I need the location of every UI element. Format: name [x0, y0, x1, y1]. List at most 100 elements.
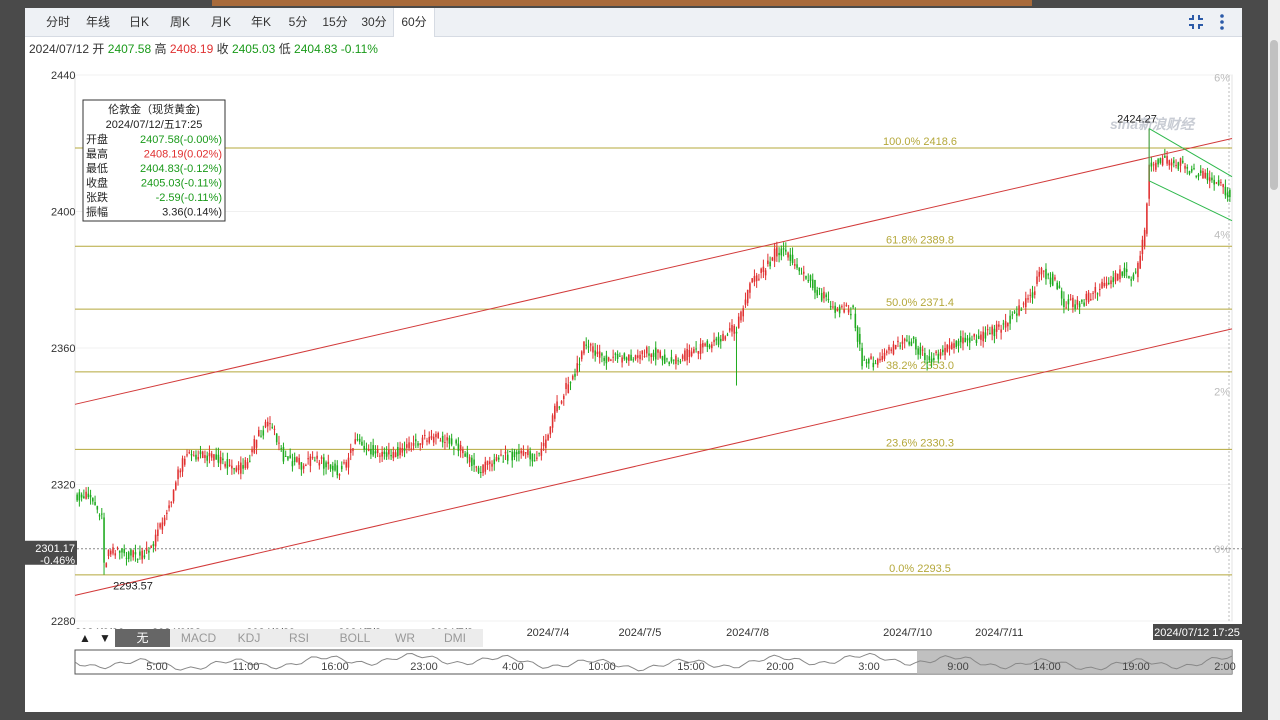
price-chart[interactable]: 228023202360240024406%4%2%0%-1%sina新浪财经0…: [25, 36, 1242, 712]
tooltip-datetime: 2024/07/12/五17:25: [106, 119, 203, 131]
candle-body: [271, 426, 274, 428]
tooltip-row-label: 最低: [86, 162, 108, 175]
candle-body: [309, 456, 312, 466]
candle-body: [787, 252, 789, 258]
candle-body: [648, 353, 650, 356]
candle-body: [672, 359, 675, 361]
indicator-4[interactable]: KDJ: [227, 629, 272, 647]
candle-body: [1116, 273, 1119, 281]
tooltip-row-label: 开盘: [86, 132, 108, 146]
candle-body: [491, 463, 493, 467]
candle-body: [580, 351, 583, 360]
candle-body: [639, 354, 641, 360]
candle-body: [885, 351, 888, 353]
indicator-3[interactable]: MACD: [170, 629, 228, 647]
candle-body: [753, 276, 756, 282]
page-scrollbar[interactable]: [1268, 0, 1280, 720]
candle-body: [814, 280, 816, 293]
candle-body: [928, 356, 931, 361]
candle-body: [684, 350, 686, 361]
tab-0[interactable]: 分时: [39, 8, 77, 36]
candle-body: [1224, 186, 1227, 196]
candle-body: [924, 352, 926, 361]
candle-body: [80, 494, 83, 498]
candle-body: [1229, 189, 1231, 198]
candle-body: [273, 428, 276, 430]
candle-body: [1190, 168, 1193, 172]
candle-body: [789, 254, 792, 261]
candle-body: [1130, 279, 1132, 281]
candle-body: [338, 474, 341, 476]
candle-body: [791, 254, 794, 263]
candle-body: [733, 325, 736, 334]
candle-body: [652, 352, 655, 357]
candle-body: [802, 271, 805, 274]
tab-2[interactable]: 日K: [119, 8, 159, 36]
candle-body: [645, 347, 648, 354]
candle-body: [365, 448, 368, 450]
candle-body: [816, 289, 819, 296]
candle-body: [888, 346, 890, 351]
candle-body: [977, 335, 980, 339]
candle-body: [347, 457, 350, 468]
tab-8[interactable]: 30分: [355, 8, 393, 36]
candle-body: [1025, 298, 1027, 308]
candle-body: [773, 248, 776, 262]
candle-body: [1208, 177, 1211, 182]
candle-body: [1105, 282, 1108, 286]
candle-body: [410, 448, 413, 450]
candle-body: [785, 249, 787, 252]
tab-4[interactable]: 月K: [201, 8, 241, 36]
candle-body: [1054, 277, 1056, 280]
candle-body: [320, 457, 323, 459]
candle-body: [179, 470, 182, 473]
tab-9[interactable]: 60分: [393, 8, 435, 37]
candle-body: [641, 350, 644, 355]
candle-body: [854, 313, 857, 328]
candle-body: [794, 264, 796, 266]
candle-body: [334, 463, 336, 471]
candle-body: [901, 341, 904, 344]
candle-body: [605, 355, 608, 364]
navigator[interactable]: 5:00 11:00 16:00 23:00 4:00 10:00 15:00 20:00 3:…: [74, 649, 1236, 675]
candle-body: [262, 430, 265, 436]
indicator-6[interactable]: BOLL: [327, 629, 384, 647]
candle-body: [486, 460, 489, 466]
candle-body: [188, 452, 191, 454]
candle-body: [598, 351, 601, 358]
candle-body: [307, 458, 309, 460]
candle-body: [497, 457, 500, 460]
candle-body: [746, 289, 749, 304]
candle-body: [946, 344, 949, 352]
candle-body: [197, 456, 200, 460]
indicator-7[interactable]: WR: [383, 629, 428, 647]
tab-6[interactable]: 5分: [281, 8, 315, 36]
candle-body: [1011, 314, 1014, 316]
fullscreen-icon[interactable]: [1186, 12, 1206, 32]
candle-body: [962, 337, 964, 344]
candle-body: [589, 344, 592, 346]
tab-1[interactable]: 年线: [77, 8, 119, 36]
y-tick-label: 2400: [51, 207, 75, 219]
candle-body: [560, 401, 563, 404]
candle-body: [1036, 276, 1038, 284]
tab-7[interactable]: 15分: [315, 8, 355, 36]
candle-body: [231, 465, 233, 469]
candle-body: [215, 454, 217, 460]
candle-body: [388, 449, 390, 455]
candle-body: [163, 517, 166, 525]
indicator-0[interactable]: ▲: [75, 629, 96, 647]
tab-3[interactable]: 周K: [159, 8, 201, 36]
more-icon[interactable]: [1212, 12, 1232, 32]
price-marker: 2301.17-0.46%: [25, 540, 77, 567]
candle-body: [778, 252, 780, 256]
candle-body: [145, 547, 148, 551]
indicator-2[interactable]: 无: [115, 629, 171, 647]
indicator-8[interactable]: DMI: [427, 629, 484, 647]
tab-5[interactable]: 年K: [241, 8, 281, 36]
indicator-1[interactable]: ▼: [95, 629, 116, 647]
candle-body: [982, 331, 984, 342]
indicator-5[interactable]: RSI: [271, 629, 328, 647]
candle-body: [222, 458, 224, 461]
scrollbar-thumb[interactable]: [1270, 40, 1278, 190]
